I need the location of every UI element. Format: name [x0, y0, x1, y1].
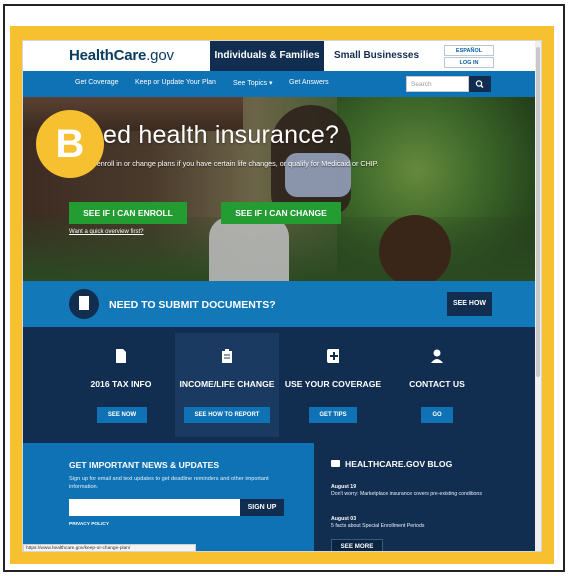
- see-how-button[interactable]: SEE HOW: [447, 292, 492, 316]
- submit-documents-band: NEED TO SUBMIT DOCUMENTS? SEE HOW: [23, 281, 537, 327]
- blog-post-date: August 03: [331, 516, 357, 522]
- email-field[interactable]: [69, 499, 240, 516]
- logo-thin-text: .gov: [146, 47, 174, 64]
- privacy-policy-link[interactable]: PRIVACY POLICY: [69, 522, 109, 527]
- screenshot-frame: HealthCare.gov Individuals & Families Sm…: [3, 4, 565, 572]
- document-sheet-shape: [79, 296, 89, 310]
- blog-section: HEALTHCARE.GOV BLOG August 19 Don't worr…: [314, 443, 537, 551]
- submit-documents-title: NEED TO SUBMIT DOCUMENTS?: [109, 299, 276, 311]
- highlight-frame: HealthCare.gov Individuals & Families Sm…: [10, 26, 554, 564]
- status-bar-url: https://www.healthcare.gov/keep-or-chang…: [23, 544, 196, 551]
- news-title: GET IMPORTANT NEWS & UPDATES: [69, 460, 220, 470]
- nav-see-topics[interactable]: See Topics ▾: [233, 79, 273, 87]
- espanol-link[interactable]: ESPAÑOL: [444, 45, 494, 56]
- see-now-button[interactable]: SEE NOW: [97, 407, 147, 423]
- medical-cross-icon: [327, 349, 339, 363]
- logo-bold-text: HealthCare: [69, 47, 147, 64]
- see-if-i-can-change-button[interactable]: SEE IF I CAN CHANGE: [221, 202, 341, 224]
- nav-get-answers[interactable]: Get Answers: [289, 79, 329, 86]
- hero-photo-person: [209, 217, 289, 281]
- main-nav: Get Coverage Keep or Update Your Plan Se…: [23, 71, 537, 97]
- search-input[interactable]: Search: [406, 76, 469, 92]
- see-more-button[interactable]: SEE MORE: [331, 539, 383, 551]
- search-icon: [475, 80, 484, 88]
- see-how-to-report-button[interactable]: SEE HOW TO REPORT: [184, 407, 270, 423]
- blog-post-link[interactable]: Don't worry: Marketplace insurance cover…: [331, 491, 511, 498]
- tab-individuals-families[interactable]: Individuals & Families: [210, 41, 324, 71]
- login-link[interactable]: LOG IN: [444, 57, 494, 68]
- tile-income-life-change[interactable]: INCOME/LIFE CHANGE SEE HOW TO REPORT: [175, 333, 279, 437]
- hero-banner: ed health insurance? You can enroll in o…: [23, 97, 537, 281]
- nav-keep-update-plan[interactable]: Keep or Update Your Plan: [135, 79, 216, 86]
- go-button[interactable]: GO: [421, 407, 453, 423]
- healthcare-logo[interactable]: HealthCare.gov: [69, 47, 174, 64]
- tab-small-businesses[interactable]: Small Businesses: [334, 41, 434, 71]
- site-header: HealthCare.gov Individuals & Families Sm…: [23, 41, 537, 71]
- tile-use-your-coverage[interactable]: USE YOUR COVERAGE GET TIPS: [281, 333, 385, 437]
- tile-title: INCOME/LIFE CHANGE: [179, 379, 275, 389]
- annotation-badge: B: [36, 110, 104, 178]
- search-button[interactable]: [469, 76, 491, 92]
- tile-title: 2016 TAX INFO: [90, 379, 152, 389]
- document-icon: [116, 349, 126, 363]
- speech-bubble-icon: [331, 460, 340, 467]
- browser-page: HealthCare.gov Individuals & Families Sm…: [22, 40, 542, 552]
- hero-subtitle: You can enroll in or change plans if you…: [69, 159, 379, 168]
- scrollbar-thumb[interactable]: [536, 47, 540, 377]
- see-if-i-can-enroll-button[interactable]: SEE IF I CAN ENROLL: [69, 202, 187, 224]
- news-section: GET IMPORTANT NEWS & UPDATES Sign up for…: [23, 443, 537, 551]
- clipboard-icon: [222, 349, 232, 363]
- tile-title: CONTACT US: [409, 379, 465, 389]
- tile-contact-us[interactable]: CONTACT US GO: [385, 333, 489, 437]
- blog-post-link[interactable]: 5 facts about Special Enrollment Periods: [331, 523, 511, 530]
- hero-photo-man: [379, 215, 451, 281]
- blog-title: HEALTHCARE.GOV BLOG: [345, 459, 453, 469]
- document-upload-icon: [69, 289, 99, 319]
- tile-title: USE YOUR COVERAGE: [284, 379, 382, 389]
- sign-up-button[interactable]: SIGN UP: [240, 499, 284, 516]
- person-icon: [431, 349, 443, 363]
- tile-tax-info[interactable]: 2016 TAX INFO SEE NOW: [69, 333, 173, 437]
- quick-links-tiles: 2016 TAX INFO SEE NOW INCOME/LIFE CHANGE…: [23, 327, 537, 443]
- blog-post-date: August 19: [331, 484, 357, 490]
- scrollbar[interactable]: [535, 41, 541, 551]
- nav-get-coverage[interactable]: Get Coverage: [75, 79, 119, 86]
- hero-title: ed health insurance?: [103, 121, 340, 149]
- news-description: Sign up for email and text updates to ge…: [69, 476, 269, 490]
- get-tips-button[interactable]: GET TIPS: [309, 407, 357, 423]
- quick-overview-link[interactable]: Want a quick overview first?: [69, 229, 143, 235]
